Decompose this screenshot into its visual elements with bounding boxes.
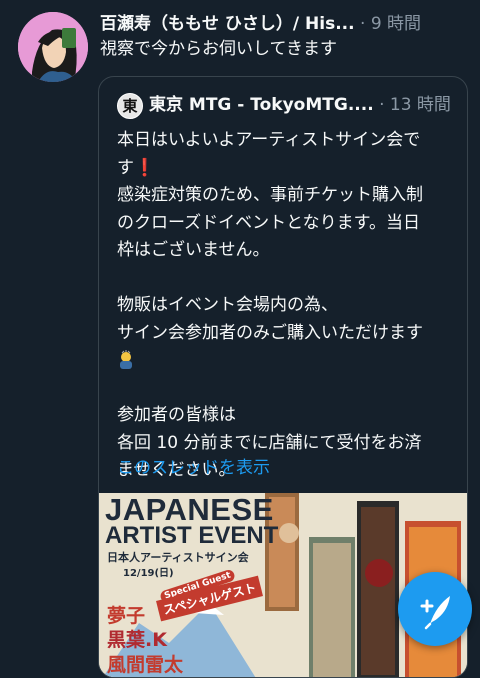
compose-button[interactable] [398,572,472,646]
quoted-line: す❗ [117,157,156,178]
quoted-text: 本日はいよいよアーティストサイン会で す❗ 感染症対策のため、事前チケット購入制… [117,127,462,485]
author-avatar[interactable] [18,12,88,82]
quoted-header: 東京 MTG - TokyoMTG.... · 13 時間 [149,93,461,117]
quoted-line [117,265,462,293]
separator-dot: · [379,95,385,115]
quoted-author-name[interactable]: 東京 MTG - TokyoMTG.... [149,95,374,115]
quoted-line: 物販はイベント会場内の為、 [117,295,338,315]
quoted-timestamp[interactable]: 13 時間 [390,95,451,115]
exclamation-emoji: ❗ [134,157,156,178]
tweet-text: 視察で今からお伺いしてきます [100,39,337,59]
artist-name: 夢子 [107,605,146,627]
author-name[interactable]: 百瀬寿（ももせ ひさし）/ His... [100,14,355,34]
poster-date: 12/19(日) [123,568,174,579]
separator-dot: · [360,14,366,34]
quoted-line: サイン会参加者のみご購入いただけます [117,322,423,343]
poster-subtitle: 日本人アーティストサイン会 [107,551,249,564]
compose-feather-icon [420,596,450,630]
quoted-line: 枠はございません。 [117,240,270,260]
quoted-line: 各回 10 分前までに店舗にて受付をお済 [117,432,422,453]
poster-title-2: ARTIST EVENT [105,522,279,549]
show-thread-link[interactable]: このスレッドを表示 [117,457,270,479]
quoted-line [117,347,462,375]
quoted-line: 感染症対策のため、事前チケット購入制 [117,185,423,205]
bowing-person-emoji [117,350,135,370]
quoted-line: 参加者の皆様は [117,405,236,425]
quoted-avatar[interactable]: 東 [117,93,143,119]
quoted-line: 本日はいよいよアーティストサイン会で [117,130,421,150]
poster-title: JAPANESE [105,493,274,527]
quoted-line: のクローズドイベントとなります。当日 [117,212,420,233]
artist-name: 風間雷太 [107,654,184,676]
tweet-timestamp[interactable]: 9 時間 [371,14,421,34]
artist-name: 黒葉.K [107,629,167,651]
tweet-header: 百瀬寿（ももせ ひさし）/ His... · 9 時間 [100,13,470,35]
quoted-line [117,375,462,403]
